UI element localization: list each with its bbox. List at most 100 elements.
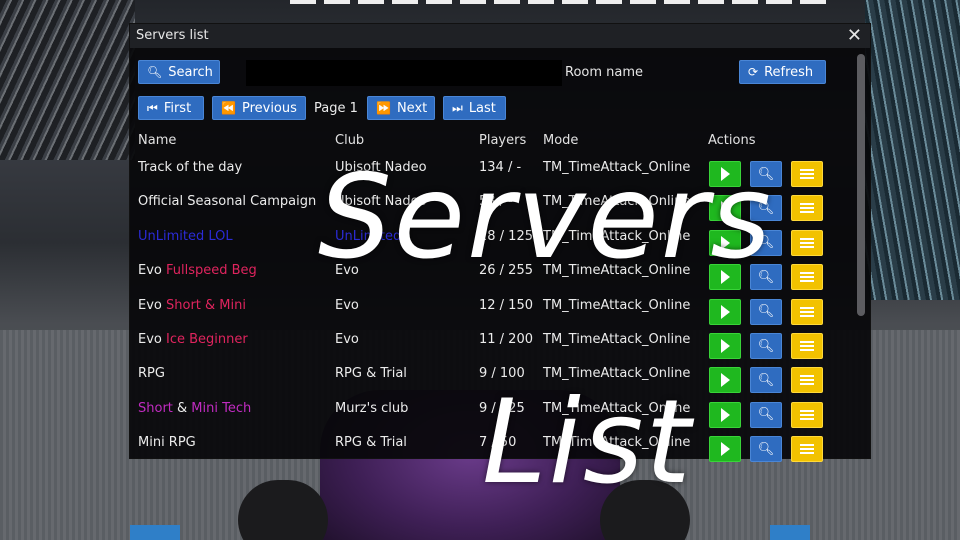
track-barrier-left bbox=[130, 525, 180, 540]
refresh-icon: ⟳ bbox=[748, 65, 759, 79]
rewind-icon: ⏪ bbox=[221, 101, 236, 115]
server-info-button[interactable]: 🔍︎ bbox=[750, 298, 782, 325]
list-icon bbox=[800, 306, 814, 317]
join-server-button[interactable] bbox=[709, 401, 741, 428]
play-icon bbox=[720, 339, 730, 353]
list-icon bbox=[800, 203, 814, 214]
play-icon bbox=[720, 407, 730, 422]
dialog-titlebar: Servers list ✕ bbox=[130, 24, 870, 48]
column-header-players: Players bbox=[479, 133, 527, 148]
join-server-button[interactable] bbox=[709, 436, 741, 463]
refresh-button-label: Refresh bbox=[764, 64, 814, 80]
room-name-label: Room name bbox=[565, 65, 644, 80]
last-page-label: Last bbox=[468, 100, 496, 116]
server-name-segment: Official Seasonal Campaign bbox=[138, 194, 317, 210]
magnifier-icon: 🔍︎ bbox=[757, 407, 775, 423]
column-header-name: Name bbox=[138, 133, 177, 148]
play-icon bbox=[720, 442, 730, 457]
server-name-segment: Evo bbox=[138, 263, 166, 279]
dialog-title: Servers list bbox=[136, 28, 209, 43]
list-icon bbox=[800, 375, 814, 386]
track-barrier-right bbox=[770, 525, 810, 540]
server-club: Evo bbox=[335, 297, 359, 313]
list-icon bbox=[800, 341, 814, 351]
search-icon: 🔍︎ bbox=[147, 65, 163, 79]
server-name-segment: & bbox=[172, 400, 192, 416]
server-name: UnLimited LOL bbox=[138, 229, 233, 244]
server-players: 11 / 200 bbox=[479, 332, 533, 347]
server-name-segment: Fullspeed Beg bbox=[166, 263, 257, 279]
play-icon bbox=[720, 304, 730, 319]
first-page-button[interactable]: ⏮ First bbox=[138, 96, 204, 120]
search-button[interactable]: 🔍︎ Search bbox=[138, 60, 220, 84]
list-icon bbox=[800, 409, 814, 420]
server-name: Evo Ice Beginner bbox=[138, 332, 248, 347]
scrollbar[interactable] bbox=[857, 54, 865, 316]
first-page-label: First bbox=[163, 100, 192, 116]
overlay-title-line2: List bbox=[482, 375, 693, 510]
join-server-button[interactable] bbox=[709, 298, 741, 325]
stadium-stands-right bbox=[865, 0, 960, 300]
fast-forward-icon: ⏩ bbox=[376, 101, 391, 115]
previous-page-label: Previous bbox=[241, 100, 297, 116]
server-details-button[interactable] bbox=[791, 264, 823, 291]
server-details-button[interactable] bbox=[791, 195, 823, 222]
server-mode: TM_TimeAttack_Online bbox=[543, 332, 691, 347]
server-details-button[interactable] bbox=[791, 436, 823, 463]
previous-page-button[interactable]: ⏪ Previous bbox=[212, 96, 306, 120]
column-header-actions: Actions bbox=[708, 133, 756, 148]
server-name-segment: Ice Beginner bbox=[166, 332, 248, 347]
server-mode: TM_TimeAttack_Online bbox=[543, 297, 691, 313]
server-name-segment: Evo bbox=[138, 297, 166, 313]
search-button-label: Search bbox=[168, 64, 213, 80]
overlay-title-line1: Servers bbox=[318, 150, 773, 285]
server-details-button[interactable] bbox=[791, 229, 823, 256]
server-club: RPG & Trial bbox=[335, 435, 407, 451]
server-details-button[interactable] bbox=[791, 298, 823, 325]
server-name: RPG bbox=[138, 366, 165, 381]
magnifier-icon: 🔍︎ bbox=[757, 441, 775, 457]
stadium-stands-left bbox=[0, 0, 135, 160]
server-details-button[interactable] bbox=[791, 333, 823, 359]
server-name-segment: UnLimited LOL bbox=[138, 228, 233, 244]
scrollbar-thumb[interactable] bbox=[857, 54, 865, 316]
server-name-segment: Track of the day bbox=[138, 160, 243, 175]
next-page-label: Next bbox=[396, 100, 428, 116]
server-name: Evo Short & Mini bbox=[138, 298, 246, 313]
table-row[interactable]: Evo Ice Beginner Evo 11 / 200 TM_TimeAttack… bbox=[130, 325, 850, 359]
server-info-button[interactable]: 🔍︎ bbox=[750, 367, 782, 394]
server-name-segment: Short & Mini bbox=[166, 297, 246, 313]
magnifier-icon: 🔍︎ bbox=[757, 338, 775, 354]
server-name-segment: RPG bbox=[138, 366, 165, 382]
server-name: Official Seasonal Campaign bbox=[138, 194, 316, 209]
room-name-input[interactable] bbox=[246, 60, 562, 86]
server-info-button[interactable]: 🔍︎ bbox=[750, 401, 782, 428]
next-page-button[interactable]: ⏩ Next bbox=[367, 96, 435, 120]
magnifier-icon: 🔍︎ bbox=[757, 372, 775, 388]
join-server-button[interactable] bbox=[709, 367, 741, 394]
server-name: Track of the day bbox=[138, 160, 242, 175]
list-icon bbox=[800, 444, 814, 455]
server-details-button[interactable] bbox=[791, 161, 823, 187]
skip-first-icon: ⏮ bbox=[147, 100, 158, 115]
server-info-button[interactable]: 🔍︎ bbox=[750, 436, 782, 463]
server-players: 12 / 150 bbox=[479, 297, 533, 313]
list-icon bbox=[800, 272, 814, 283]
top-banner-stripes bbox=[290, 0, 830, 4]
refresh-button[interactable]: ⟳ Refresh bbox=[739, 60, 826, 84]
server-info-button[interactable]: 🔍︎ bbox=[750, 333, 782, 359]
server-name-segment: Evo bbox=[138, 332, 166, 347]
last-page-button[interactable]: ⏭ Last bbox=[443, 96, 506, 120]
column-header-mode: Mode bbox=[543, 133, 579, 148]
server-club: Murz's club bbox=[335, 400, 409, 416]
server-name-segment: Short bbox=[138, 400, 173, 416]
server-name: Short & Mini Tech bbox=[138, 401, 251, 416]
join-server-button[interactable] bbox=[709, 333, 741, 359]
table-row[interactable]: Evo Short & Mini Evo 12 / 150 TM_TimeAttack… bbox=[130, 291, 850, 325]
server-name: Evo Fullspeed Beg bbox=[138, 263, 257, 278]
list-icon bbox=[800, 169, 814, 179]
close-icon[interactable]: ✕ bbox=[847, 25, 862, 47]
server-details-button[interactable] bbox=[791, 367, 823, 394]
server-details-button[interactable] bbox=[791, 401, 823, 428]
server-name-segment: Mini RPG bbox=[138, 435, 196, 451]
